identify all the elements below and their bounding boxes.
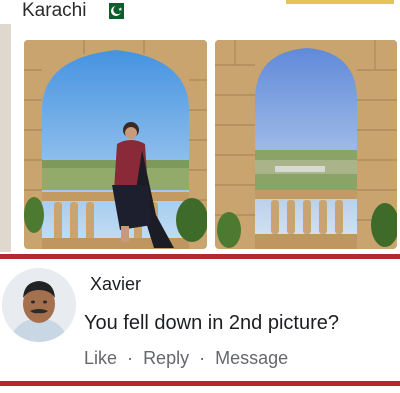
post-photo-1[interactable]: [24, 40, 207, 249]
previous-photo-edge: [0, 24, 11, 252]
action-separator: ·: [127, 348, 134, 368]
post-photo-2[interactable]: [215, 40, 397, 249]
reply-button[interactable]: Reply: [143, 348, 189, 369]
divider-bottom: [0, 381, 400, 386]
pakistan-flag-icon: [104, 3, 124, 19]
top-accent-bar: [286, 0, 394, 4]
action-separator: ·: [199, 348, 206, 368]
message-button[interactable]: Message: [215, 348, 288, 369]
divider-top: [0, 254, 400, 259]
like-button[interactable]: Like: [84, 348, 117, 369]
post-header: Karachi: [0, 0, 400, 30]
comment-text: You fell down in 2nd picture?: [84, 312, 339, 334]
post-screenshot: Karachi Xavier You fell down in 2nd pict…: [0, 0, 400, 393]
comment-author[interactable]: Xavier: [90, 274, 141, 295]
comment-actions: Like · Reply · Message: [84, 348, 288, 369]
location-label[interactable]: Karachi: [22, 0, 86, 22]
avatar[interactable]: [2, 268, 76, 342]
